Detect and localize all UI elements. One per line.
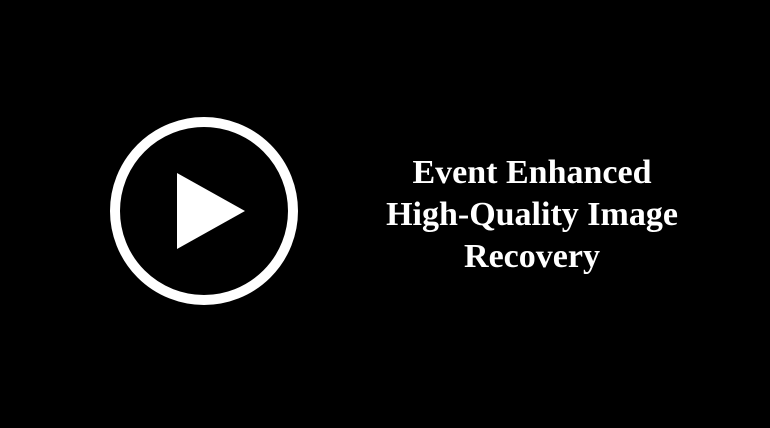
video-title-line: High-Quality Image xyxy=(386,196,678,233)
video-thumbnail[interactable]: Event Enhanced High-Quality Image Recove… xyxy=(0,0,770,428)
play-icon xyxy=(110,117,298,305)
video-title: Event Enhanced High-Quality Image Recove… xyxy=(352,152,712,278)
play-button[interactable] xyxy=(108,115,300,307)
video-title-line: Event Enhanced xyxy=(412,154,652,191)
video-title-line: Recovery xyxy=(464,238,600,275)
